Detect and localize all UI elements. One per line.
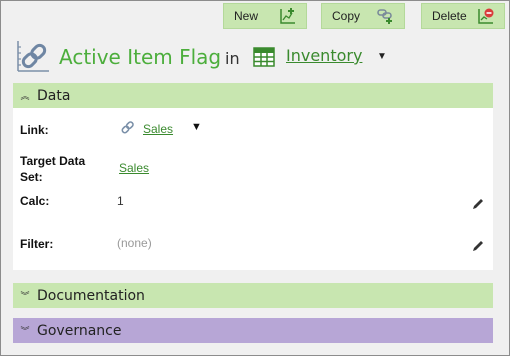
chevron-down-icon: ︾ — [20, 291, 30, 301]
chevron-up-icon: ︽ — [20, 91, 30, 101]
copy-button-label: Copy — [332, 9, 361, 23]
toolbar: New Copy Delete — [1, 1, 509, 31]
filter-field-value: (none) — [117, 236, 152, 250]
chevron-down-icon: ︾ — [20, 326, 30, 336]
delete-button-label: Delete — [432, 9, 467, 23]
section-data-header[interactable]: ︽ Data — [13, 83, 493, 108]
pencil-icon[interactable] — [471, 197, 485, 211]
data-panel: Link: Sales ▼ Target Data Set: Sales Cal… — [13, 108, 493, 270]
in-label: in — [225, 49, 240, 68]
calc-field-value: 1 — [117, 194, 124, 208]
target-data-set-label: Target Data Set: — [20, 154, 86, 184]
title-row: Active Item Flag in Inventory ▼ — [13, 37, 499, 77]
table-grid-icon — [253, 47, 275, 67]
section-documentation-title: Documentation — [37, 287, 145, 304]
new-button[interactable]: New — [223, 3, 307, 29]
delete-chart-icon — [476, 6, 496, 26]
link-field-value[interactable]: Sales — [143, 122, 173, 136]
section-data-title: Data — [37, 87, 71, 104]
new-button-label: New — [234, 9, 259, 23]
copy-link-icon — [376, 6, 396, 26]
page-title: Active Item Flag — [59, 45, 222, 69]
add-chart-icon — [278, 6, 298, 26]
link-chain-icon — [120, 119, 136, 138]
delete-button[interactable]: Delete — [421, 3, 505, 29]
section-documentation-header[interactable]: ︾ Documentation — [13, 283, 493, 308]
dataset-link[interactable]: Inventory — [286, 46, 362, 65]
section-governance-title: Governance — [37, 322, 122, 339]
link-dropdown-icon[interactable]: ▼ — [191, 121, 202, 133]
window-frame: New Copy Delete Active Item Flag in Inve… — [0, 0, 510, 356]
calc-field-label: Calc: — [20, 194, 50, 208]
target-data-set-value[interactable]: Sales — [119, 161, 149, 175]
chevron-down-icon[interactable]: ▼ — [377, 51, 387, 62]
link-field-label: Link: — [20, 123, 49, 137]
filter-field-label: Filter: — [20, 237, 54, 251]
section-governance-header[interactable]: ︾ Governance — [13, 318, 493, 343]
copy-button[interactable]: Copy — [321, 3, 405, 29]
chain-link-icon — [15, 39, 51, 73]
pencil-icon[interactable] — [471, 239, 485, 253]
